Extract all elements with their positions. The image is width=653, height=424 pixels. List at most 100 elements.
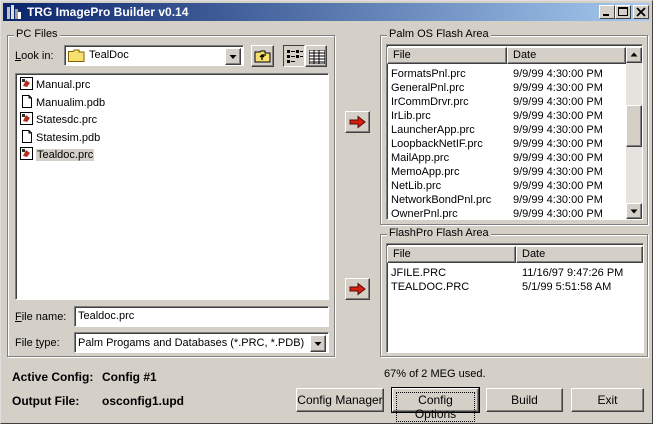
look-in-label: Look in: bbox=[15, 50, 54, 62]
table-row-file[interactable]: IrCommDrvr.prc bbox=[391, 95, 469, 109]
build-button[interactable]: Build bbox=[486, 388, 563, 412]
file-type-combo[interactable]: Palm Progams and Databases (*.PRC, *.PDB… bbox=[74, 332, 329, 353]
pdb-file-icon bbox=[22, 94, 32, 108]
pc-file-list[interactable]: Manual.prc Manualim.pdb Statesdc.prc States… bbox=[15, 73, 329, 300]
scroll-thumb[interactable] bbox=[626, 105, 642, 147]
table-row-date: 9/9/99 4:30:00 PM bbox=[513, 68, 603, 80]
list-item-label: Statesim.pdb bbox=[36, 131, 101, 144]
pc-files-group-label: PC Files bbox=[14, 28, 60, 40]
table-row-file[interactable]: TEALDOC.PRC bbox=[391, 280, 469, 294]
table-row-date: 9/9/99 4:30:00 PM bbox=[513, 110, 603, 122]
list-item[interactable]: Tealdoc.prc bbox=[20, 147, 95, 163]
palm-col-date-header[interactable]: Date bbox=[507, 47, 626, 64]
up-folder-icon bbox=[254, 50, 271, 63]
palm-col-date-label: Date bbox=[513, 49, 537, 61]
maximize-button[interactable] bbox=[615, 5, 631, 19]
flashpro-col-file-label: File bbox=[393, 248, 411, 260]
look-in-value: TealDoc bbox=[89, 49, 129, 61]
details-view-icon bbox=[309, 50, 325, 64]
list-item-label: Manualim.pdb bbox=[36, 96, 106, 109]
arrow-right-icon bbox=[349, 282, 366, 296]
flashpro-list[interactable]: File Date JFILE.PRC 11/16/97 9:47:26 PM TE… bbox=[386, 243, 644, 353]
output-file-label: Output File: bbox=[12, 394, 80, 408]
palm-col-file-header[interactable]: File bbox=[387, 47, 507, 64]
table-row-date: 11/16/97 9:47:26 PM bbox=[522, 267, 624, 279]
table-row-file[interactable]: IrLib.prc bbox=[391, 109, 431, 123]
scroll-up-icon bbox=[630, 52, 638, 57]
app-icon bbox=[7, 5, 21, 19]
close-icon bbox=[636, 7, 646, 17]
up-folder-button[interactable] bbox=[251, 45, 274, 67]
file-name-field[interactable]: Tealdoc.prc bbox=[74, 306, 329, 327]
scroll-down-button[interactable] bbox=[626, 203, 642, 219]
table-row-date: 9/9/99 4:30:00 PM bbox=[513, 138, 603, 150]
prc-file-icon bbox=[20, 112, 33, 125]
maximize-icon bbox=[618, 7, 628, 16]
window-title: TRG ImagePro Builder v0.14 bbox=[27, 5, 189, 19]
list-item[interactable]: Statesim.pdb bbox=[20, 129, 101, 146]
table-row-date: 5/1/99 5:51:58 AM bbox=[522, 281, 612, 293]
title-bar[interactable]: TRG ImagePro Builder v0.14 bbox=[3, 3, 650, 21]
flashpro-col-date-label: Date bbox=[522, 248, 546, 260]
list-item-label: Statesdc.prc bbox=[36, 114, 98, 126]
table-row-date: 9/9/99 4:30:00 PM bbox=[513, 166, 603, 178]
look-in-dropdown-button[interactable] bbox=[225, 48, 241, 65]
chevron-down-icon bbox=[229, 55, 237, 59]
flashpro-group-label: FlashPro Flash Area bbox=[387, 227, 491, 239]
list-item[interactable]: Statesdc.prc bbox=[20, 112, 97, 128]
palm-flash-group-label: Palm OS Flash Area bbox=[387, 28, 491, 40]
config-options-label: Config Options bbox=[396, 392, 475, 422]
chevron-down-icon bbox=[314, 342, 322, 346]
table-row-date: 9/9/99 4:30:00 PM bbox=[513, 194, 603, 206]
table-row-date: 9/9/99 4:30:00 PM bbox=[513, 152, 603, 164]
file-name-value: Tealdoc.prc bbox=[78, 310, 135, 322]
details-view-button[interactable] bbox=[305, 45, 327, 67]
file-name-label: File name: bbox=[15, 311, 67, 323]
scroll-up-button[interactable] bbox=[626, 47, 642, 63]
output-file-value: osconfig1.upd bbox=[102, 394, 184, 408]
minimize-button[interactable] bbox=[599, 5, 615, 19]
file-type-dropdown-button[interactable] bbox=[310, 335, 326, 352]
table-row-file[interactable]: GeneralPnl.prc bbox=[391, 81, 464, 95]
look-in-combo[interactable]: TealDoc bbox=[64, 45, 244, 66]
table-row-file[interactable]: JFILE.PRC bbox=[391, 266, 446, 280]
table-row-file[interactable]: MemoApp.prc bbox=[391, 165, 459, 179]
app-window: TRG ImagePro Builder v0.14 PC Files Look… bbox=[0, 0, 653, 424]
table-row-file[interactable]: LoopbackNetIF.prc bbox=[391, 137, 483, 151]
list-view-button[interactable] bbox=[283, 45, 305, 67]
config-manager-button[interactable]: Config Manager bbox=[296, 388, 384, 412]
close-button[interactable] bbox=[633, 5, 649, 19]
scroll-down-icon bbox=[630, 209, 638, 214]
prc-file-icon bbox=[20, 77, 33, 90]
copy-to-flashpro-button[interactable] bbox=[345, 278, 370, 300]
table-row-file[interactable]: LauncherApp.prc bbox=[391, 123, 475, 137]
prc-file-icon bbox=[20, 147, 33, 160]
palm-flash-list[interactable]: File Date FormatsPnl.prc 9/9/99 4:30:00 P… bbox=[386, 44, 643, 220]
table-row-file[interactable]: NetworkBondPnl.prc bbox=[391, 193, 491, 207]
table-row-date: 9/9/99 4:30:00 PM bbox=[513, 96, 603, 108]
table-row-file[interactable]: FormatsPnl.prc bbox=[391, 67, 466, 81]
list-item-label: Tealdoc.prc bbox=[36, 149, 95, 161]
usage-text: 67% of 2 MEG used. bbox=[384, 368, 486, 380]
minimize-icon bbox=[603, 14, 609, 16]
table-row-file[interactable]: MailApp.prc bbox=[391, 151, 449, 165]
table-row-date: 9/9/99 4:30:00 PM bbox=[513, 124, 603, 136]
file-type-value: Palm Progams and Databases (*.PRC, *.PDB… bbox=[78, 337, 305, 349]
palm-col-file-label: File bbox=[393, 49, 411, 61]
table-row-file[interactable]: OwnerPnl.prc bbox=[391, 207, 458, 219]
table-row-file[interactable]: NetLib.prc bbox=[391, 179, 441, 193]
flashpro-col-file-header[interactable]: File bbox=[387, 246, 516, 263]
table-row-date: 9/9/99 4:30:00 PM bbox=[513, 180, 603, 192]
list-view-icon bbox=[287, 50, 303, 63]
file-type-label: File type: bbox=[15, 337, 60, 349]
list-item[interactable]: Manual.prc bbox=[20, 77, 90, 93]
active-config-value: Config #1 bbox=[102, 370, 157, 384]
exit-button[interactable]: Exit bbox=[571, 388, 644, 412]
flashpro-col-date-header[interactable]: Date bbox=[516, 246, 643, 263]
folder-icon bbox=[68, 49, 85, 62]
list-item[interactable]: Manualim.pdb bbox=[20, 94, 106, 111]
copy-to-palm-button[interactable] bbox=[345, 111, 370, 133]
pdb-file-icon bbox=[22, 129, 32, 143]
list-item-label: Manual.prc bbox=[36, 79, 91, 91]
config-options-button[interactable]: Config Options bbox=[391, 387, 480, 422]
